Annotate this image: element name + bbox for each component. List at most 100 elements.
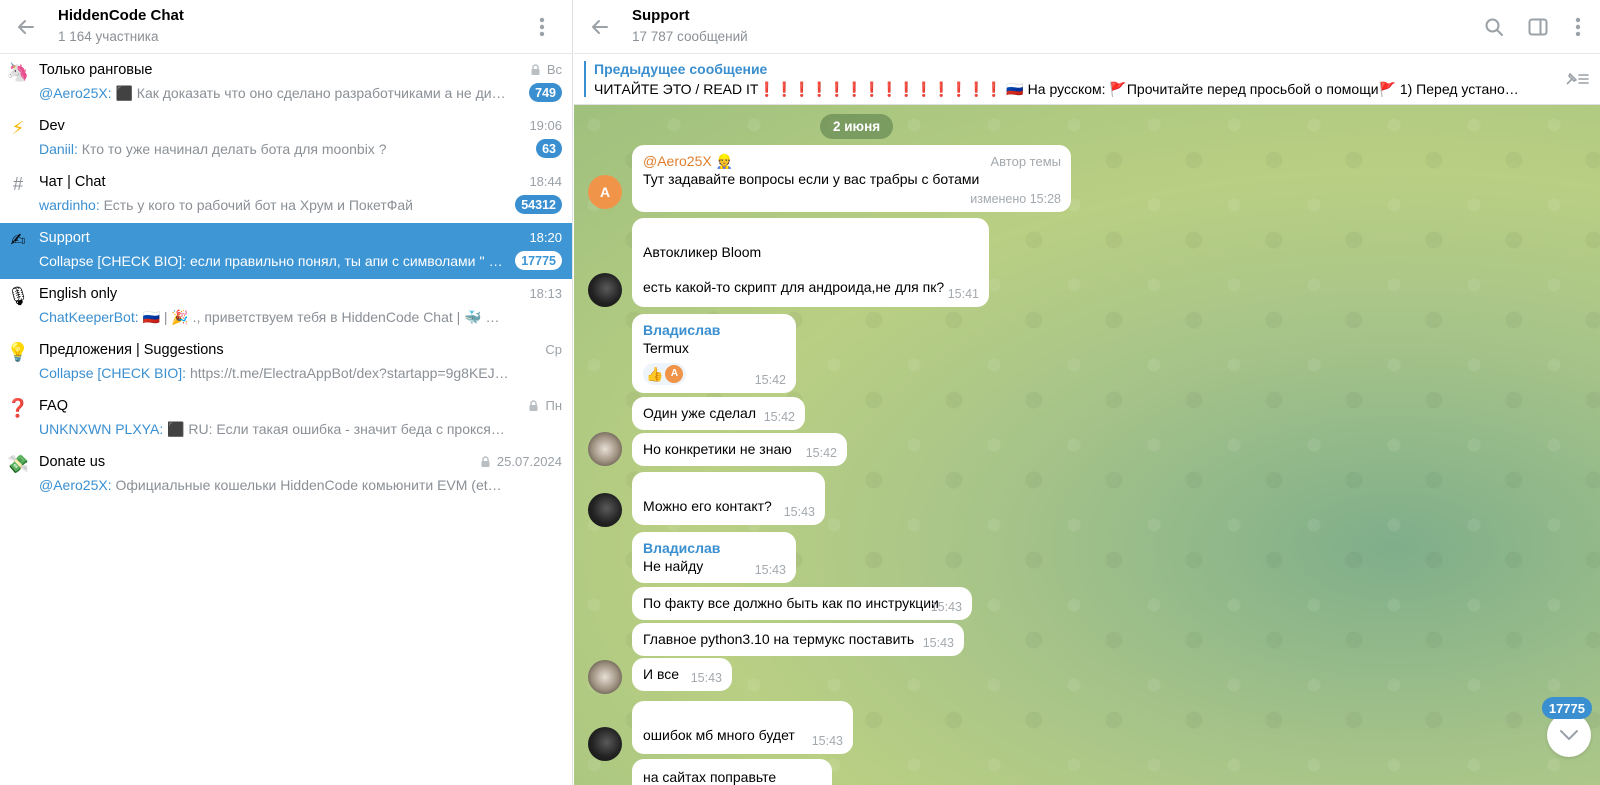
group-info[interactable]: HiddenCode Chat 1 164 участника — [58, 7, 184, 46]
sidebar-toggle-button[interactable] — [1516, 5, 1560, 49]
message-time: 15:42 — [754, 373, 786, 387]
topic-preview: @Aero25X: Официальные кошельки HiddenCod… — [39, 477, 509, 493]
topic-time: 18:20 — [529, 230, 562, 245]
author-role: Автор темы — [990, 154, 1062, 169]
topic-time-wrap: 18:44 — [529, 174, 562, 189]
topic-item-donate[interactable]: 💸 Donate us 25.07.2024 @Aero25X: Официал… — [0, 447, 572, 503]
topic-name: Support — [39, 230, 90, 246]
topic-item-only-ranked[interactable]: 🦄 Только ранговые Вс @Aero25X: ⬛ Как док… — [0, 55, 572, 111]
topic-item-faq[interactable]: ❓ FAQ Пн UNKNXWN PLXYA: ⬛ RU: Если такая… — [0, 391, 572, 447]
avatar[interactable] — [588, 493, 622, 527]
message-bubble[interactable]: @Aero25X 👷 Автор темы Тут задавайте вопр… — [632, 145, 1071, 212]
topic-preview: Daniil: Кто то уже начинал делать бота д… — [39, 141, 509, 157]
lock-icon — [529, 400, 538, 411]
back-button[interactable] — [578, 5, 622, 49]
message-bubble[interactable]: И все 15:43 — [632, 658, 732, 691]
preview-sender: wardinho: — [39, 197, 100, 213]
message-time: 15:43 — [690, 671, 722, 685]
topic-info[interactable]: Support 17 787 сообщений — [632, 7, 748, 46]
left-header: HiddenCode Chat 1 164 участника — [0, 0, 572, 54]
pinned-list-button[interactable] — [1564, 70, 1590, 91]
message-bubble[interactable]: Но конкретики не знаю 15:42 — [632, 433, 847, 466]
topic-item-dev[interactable]: ⚡ Dev 19:06 Daniil: Кто то уже начинал д… — [0, 111, 572, 167]
topic-time-wrap: 18:20 — [529, 230, 562, 245]
preview-text: Кто то уже начинал делать бота для moonb… — [77, 141, 387, 157]
topic-preview: Collapse [CHECK BIO]: https://t.me/Elect… — [39, 365, 509, 381]
topic-time-wrap: 25.07.2024 — [480, 454, 562, 469]
more-vertical-icon — [539, 17, 545, 37]
avatar[interactable] — [588, 727, 622, 761]
chat-list-pane: HiddenCode Chat 1 164 участника 🦄 Только… — [0, 0, 573, 785]
unread-badge: 17775 — [515, 251, 562, 270]
lightning-icon: ⚡ — [11, 117, 25, 138]
topic-name: Чат | Chat — [39, 174, 106, 190]
question-mark-icon: ❓ — [6, 397, 30, 418]
preview-text: Официальные кошельки HiddenCode комьюнит… — [115, 477, 509, 493]
search-button[interactable] — [1472, 5, 1516, 49]
message-bubble[interactable]: Автокликер Bloom есть какой-то скрипт дл… — [632, 218, 989, 307]
preview-sender: @Aero25X: — [39, 85, 112, 101]
topic-time-wrap: Вс — [530, 62, 562, 77]
more-menu-button[interactable] — [1560, 5, 1596, 49]
preview-text: ⬛ RU: Если такая ошибка - значит беда с … — [167, 421, 509, 437]
topic-name: English only — [39, 286, 118, 302]
preview-text: https://t.me/ElectraAppBot/dex?startapp=… — [189, 365, 509, 381]
scroll-down-button[interactable] — [1547, 713, 1591, 757]
date-separator: 2 июня — [820, 114, 894, 139]
message-author: Владислав — [643, 540, 721, 556]
avatar[interactable] — [588, 660, 622, 694]
arrow-left-icon — [592, 19, 608, 34]
reactor-avatar: A — [665, 365, 684, 383]
topic-item-support[interactable]: ✍ Support 18:20 Collapse [CHECK BIO]: ес… — [0, 223, 572, 279]
preview-sender: @Aero25X: — [39, 477, 112, 493]
arrow-left-icon — [18, 19, 34, 34]
microphone-icon: 🎙 — [6, 285, 30, 306]
topic-title: Support — [632, 7, 690, 24]
message-bubble[interactable]: По факту все должно быть как по инструкц… — [632, 587, 972, 620]
topic-item-suggestions[interactable]: 💡 Предложения | Suggestions Ср Collapse … — [0, 335, 572, 391]
topic-name: Только ранговые — [39, 62, 153, 78]
pin-list-icon — [1566, 73, 1589, 85]
topic-time: Ср — [545, 342, 562, 357]
lock-icon — [531, 64, 540, 75]
unicorn-icon: 🦄 — [6, 61, 30, 82]
avatar[interactable] — [588, 273, 622, 307]
message-bubble[interactable]: Один уже сделал 15:42 — [632, 397, 805, 430]
money-wings-icon: 💸 — [6, 453, 30, 474]
message-bubble[interactable]: Главное python3.10 на термукс поставить … — [632, 623, 964, 656]
more-menu-button[interactable] — [520, 5, 564, 49]
message-bubble[interactable]: ошибок мб много будет 15:43 — [632, 701, 853, 754]
message-area[interactable]: 2 июня A @Aero25X 👷 Автор темы Тут задав… — [574, 105, 1600, 785]
avatar[interactable]: A — [588, 175, 622, 209]
conversation-pane: Support 17 787 сообщений Предыдущее сооб… — [574, 0, 1600, 785]
topic-preview: UNKNXWN PLXYA: ⬛ RU: Если такая ошибка -… — [39, 421, 509, 438]
message-text: на сайтах поправьте — [643, 769, 777, 785]
group-title: HiddenCode Chat — [58, 7, 184, 24]
message-time: 15:43 — [783, 505, 815, 519]
message-author: Владислав — [643, 322, 721, 338]
avatar[interactable] — [588, 432, 622, 466]
pinned-message-bar[interactable]: Предыдущее сообщение ЧИТАЙТЕ ЭТО / READ … — [574, 54, 1600, 105]
topic-item-english-only[interactable]: 🎙 English only 18:13 ChatKeeperBot: 🇷🇺 |… — [0, 279, 572, 335]
topic-preview: Collapse [CHECK BIO]: если правильно пон… — [39, 253, 509, 269]
preview-sender: ChatKeeperBot: — [39, 309, 139, 325]
topic-name: Предложения | Suggestions — [39, 342, 224, 358]
hashtag-icon: # — [12, 173, 23, 194]
message-text: Автокликер Bloom — [643, 244, 762, 260]
topic-time: Пн — [545, 398, 562, 413]
topic-time: 18:13 — [529, 286, 562, 301]
reaction-chip[interactable]: 👍 A — [643, 363, 687, 385]
topic-item-chat[interactable]: # Чат | Chat 18:44 wardinho: Есть у кого… — [0, 167, 572, 223]
topic-time: Вс — [546, 62, 562, 77]
pinned-accent-bar — [584, 61, 586, 97]
message-time: 15:41 — [947, 287, 979, 301]
message-text: есть какой-то скрипт для андроида,не для… — [643, 279, 945, 295]
message-bubble[interactable]: Можно его контакт? 15:43 — [632, 472, 825, 525]
message-text: Тут задавайте вопросы если у вас трабры … — [643, 171, 980, 187]
back-button[interactable] — [4, 5, 48, 49]
message-bubble[interactable]: Владислав Не найду 15:43 — [632, 532, 796, 583]
preview-text: Collapse [CHECK BIO]: если правильно пон… — [39, 253, 509, 269]
conversation-header: Support 17 787 сообщений — [574, 0, 1600, 54]
message-bubble[interactable]: на сайтах поправьте — [632, 759, 832, 785]
message-bubble[interactable]: Владислав Termux 👍 A 15:42 — [632, 314, 796, 393]
